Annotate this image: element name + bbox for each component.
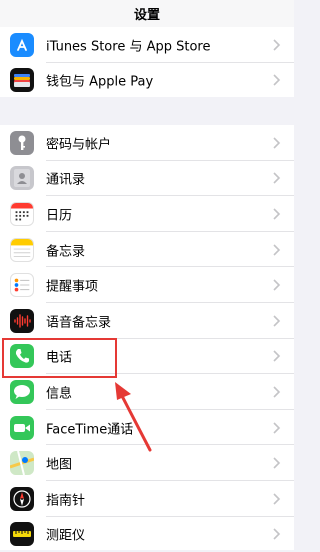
voice-memos-icon — [10, 308, 34, 333]
facetime-icon — [10, 415, 34, 440]
settings-row-label: 密码与帐户 — [46, 137, 112, 153]
settings-row-label: 日历 — [46, 208, 73, 224]
settings-row-label: 钱包与 Apple Pay — [46, 74, 154, 90]
settings-row-voice-memos[interactable]: 语音备忘录 — [0, 303, 294, 339]
messages-icon — [10, 379, 34, 404]
calendar-icon — [10, 201, 34, 226]
settings-row-notes[interactable]: 备忘录 — [0, 232, 294, 268]
settings-row-label: 语音备忘录 — [46, 315, 112, 331]
chevron-right-icon — [273, 39, 281, 51]
settings-row-label: 地图 — [46, 457, 73, 473]
chevron-right-icon — [273, 457, 281, 469]
settings-row-compass[interactable]: 指南针 — [0, 481, 294, 517]
chevron-right-icon — [273, 74, 281, 86]
settings-row-label: 提醒事项 — [46, 279, 99, 295]
chevron-right-icon — [273, 315, 281, 327]
settings-row-calendar[interactable]: 日历 — [0, 196, 294, 232]
chevron-right-icon — [273, 528, 281, 540]
chevron-right-icon — [273, 137, 281, 149]
key-icon — [10, 130, 34, 155]
settings-row-label: 备忘录 — [46, 244, 86, 260]
page-title: 设置 — [133, 8, 160, 23]
settings-row-label: 通讯录 — [46, 172, 86, 188]
notes-icon — [10, 237, 34, 262]
settings-row-label: iTunes Store 与 App Store — [46, 39, 211, 55]
reminders-icon — [10, 273, 34, 298]
chevron-right-icon — [273, 208, 281, 220]
measure-icon — [10, 522, 34, 547]
chevron-right-icon — [273, 421, 281, 434]
chevron-right-icon — [273, 279, 281, 291]
settings-row-contacts[interactable]: 通讯录 — [0, 161, 294, 197]
settings-group-store: iTunes Store 与 App Store 钱包与 Apple Pay — [0, 27, 294, 97]
compass-icon — [10, 486, 34, 511]
settings-row-wallet[interactable]: 钱包与 Apple Pay — [0, 63, 294, 99]
settings-row-measure[interactable]: 测距仪 — [0, 517, 294, 552]
wallet-icon — [10, 68, 34, 93]
contacts-icon — [10, 166, 34, 191]
chevron-right-icon — [273, 493, 281, 505]
annotation-arrow-icon — [115, 382, 152, 452]
chevron-right-icon — [273, 172, 281, 184]
app-store-icon — [10, 32, 34, 57]
chevron-right-icon — [273, 350, 281, 362]
settings-row-passwords-accounts[interactable]: 密码与帐户 — [0, 125, 294, 161]
settings-row-label: 测距仪 — [46, 528, 86, 544]
settings-row-itunes-app-store[interactable]: iTunes Store 与 App Store — [0, 27, 294, 63]
phone-highlight-box — [2, 338, 117, 378]
chevron-right-icon — [273, 244, 281, 256]
settings-row-label: 指南针 — [46, 493, 86, 509]
settings-row-label: 信息 — [46, 386, 73, 402]
maps-icon — [10, 451, 34, 476]
chevron-right-icon — [273, 386, 281, 398]
settings-row-reminders[interactable]: 提醒事项 — [0, 267, 294, 303]
